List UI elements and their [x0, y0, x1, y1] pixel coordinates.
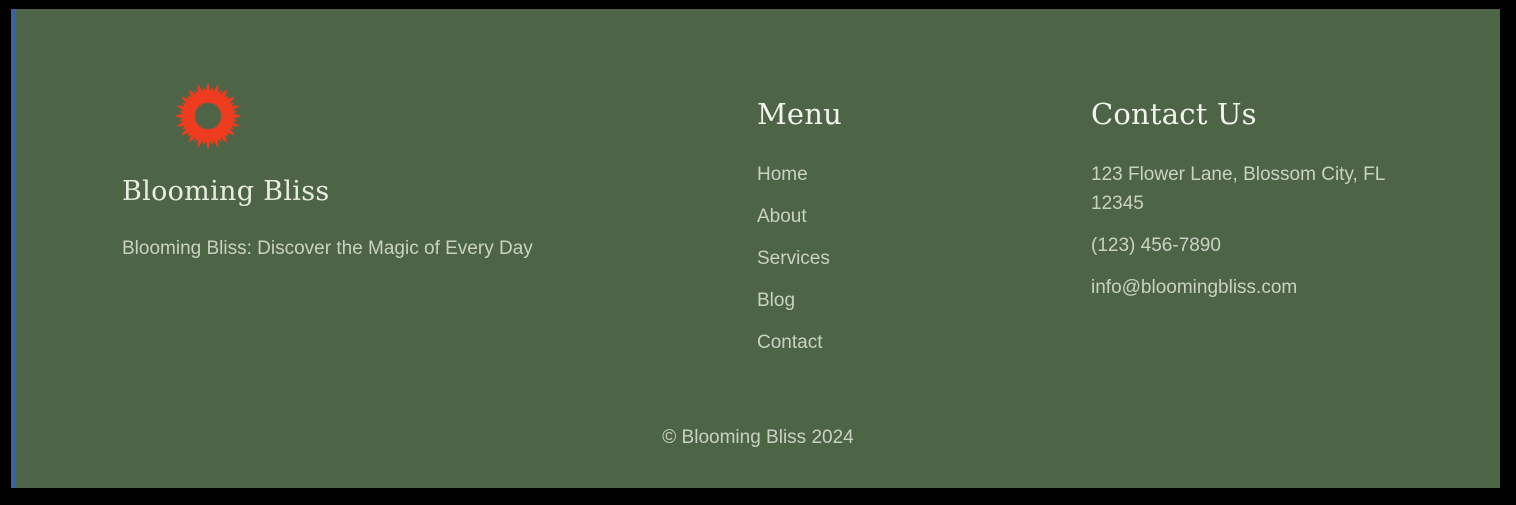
brand-tagline: Blooming Bliss: Discover the Magic of Ev…: [122, 237, 533, 259]
footer-brand-column: Blooming Bliss Blooming Bliss: Discover …: [122, 79, 682, 261]
footer-menu-column: Menu Home About Services Blog Contact: [757, 97, 1057, 370]
list-item: info@bloomingbliss.com: [1091, 273, 1451, 302]
contact-list: 123 Flower Lane, Blossom City, FL 12345 …: [1091, 160, 1451, 303]
menu-link-home[interactable]: Home: [757, 160, 808, 189]
site-footer: Blooming Bliss Blooming Bliss: Discover …: [16, 9, 1500, 488]
list-item: About: [757, 202, 1057, 231]
flower-sunburst-icon: [172, 79, 244, 153]
menu-link-about[interactable]: About: [757, 202, 807, 231]
list-item: 123 Flower Lane, Blossom City, FL 12345: [1091, 160, 1451, 219]
contact-address: 123 Flower Lane, Blossom City, FL 12345: [1091, 163, 1385, 215]
menu-link-contact[interactable]: Contact: [757, 328, 822, 357]
contact-email[interactable]: info@bloomingbliss.com: [1091, 273, 1297, 302]
menu-link-blog[interactable]: Blog: [757, 286, 795, 315]
list-item: (123) 456-7890: [1091, 231, 1451, 260]
menu-link-services[interactable]: Services: [757, 244, 830, 273]
list-item: Contact: [757, 328, 1057, 357]
list-item: Home: [757, 160, 1057, 189]
contact-phone[interactable]: (123) 456-7890: [1091, 231, 1221, 260]
list-item: Blog: [757, 286, 1057, 315]
screenshot-canvas: Blooming Bliss Blooming Bliss: Discover …: [0, 0, 1516, 505]
copyright-notice: © Blooming Bliss 2024: [662, 427, 854, 448]
list-item: Services: [757, 244, 1057, 273]
menu-list: Home About Services Blog Contact: [757, 160, 1057, 357]
menu-heading: Menu: [757, 97, 843, 131]
brand-wordmark: Blooming Bliss: [122, 176, 330, 207]
footer-contact-column: Contact Us 123 Flower Lane, Blossom City…: [1091, 97, 1451, 315]
contact-heading: Contact Us: [1091, 97, 1257, 131]
